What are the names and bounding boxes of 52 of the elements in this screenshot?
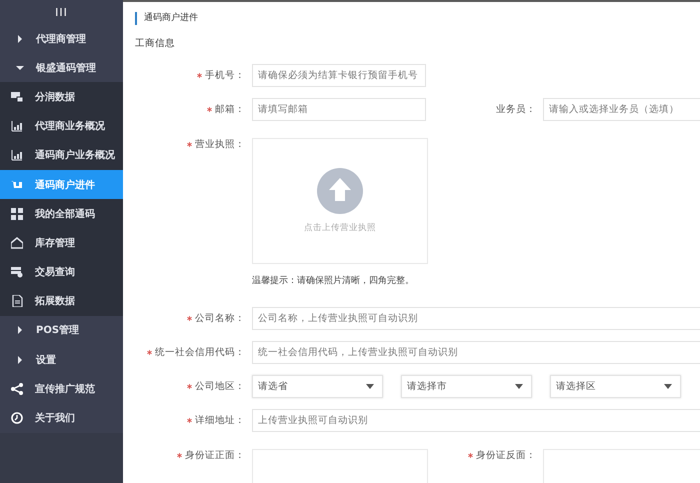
menu-link[interactable]: 关于我们: [0, 403, 123, 433]
select-field[interactable]: 请选择区: [550, 375, 681, 398]
field-label: 业务员：: [496, 103, 536, 117]
field-label: 详细地址：: [195, 414, 245, 428]
menu-item[interactable]: 库存管理: [0, 228, 123, 258]
bar-chart-icon: [11, 120, 23, 132]
hint-text: 温馨提示：请确保照片清晰，四角完整。: [252, 274, 415, 287]
menu-group[interactable]: 代理商管理: [0, 24, 123, 54]
input-field[interactable]: 请确保必须为结算卡银行预留手机号: [252, 64, 426, 87]
field-label: 统一社会信用代码：: [155, 346, 245, 360]
menu-link[interactable]: 宣传推广规范: [0, 374, 123, 404]
menu-item[interactable]: 代理商业务概况: [0, 112, 123, 141]
field-label: 邮箱：: [215, 103, 245, 117]
field-label: 营业执照：: [195, 138, 245, 152]
field-label: 公司地区：: [195, 380, 245, 394]
input-field[interactable]: 请填写邮箱: [252, 98, 426, 121]
section-heading: 工商信息: [135, 38, 175, 50]
menu-toggle[interactable]: III: [55, 6, 68, 18]
caret-icon: [515, 384, 523, 389]
field-label: 身份证反面：: [476, 449, 536, 463]
caret-icon: [16, 356, 24, 364]
menu-group[interactable]: POS管理: [0, 316, 123, 346]
share-icon: [11, 382, 23, 395]
house-icon: [11, 236, 23, 249]
input-field[interactable]: 请输入或选择业务员（选填）: [543, 98, 700, 121]
menu-item[interactable]: 我的全部通码: [0, 199, 123, 228]
document-icon: [11, 295, 23, 308]
caret-icon: [664, 384, 672, 389]
field-label: 手机号：: [205, 69, 245, 83]
caret-icon: [16, 326, 24, 334]
field-label: 公司名称：: [195, 312, 245, 326]
menu-group[interactable]: 银盛通码管理: [0, 53, 123, 82]
input-field[interactable]: 上传营业执照可自动识别: [252, 409, 700, 432]
caret-icon: [16, 34, 24, 43]
menu-item[interactable]: 交易查询: [0, 258, 123, 287]
upload-icon: [317, 168, 363, 214]
input-field[interactable]: 统一社会信用代码，上传营业执照可自动识别: [252, 341, 700, 364]
chart-icon: [11, 90, 23, 103]
page-title: 通码商户进件: [135, 12, 198, 25]
select-field[interactable]: 请选择市: [401, 375, 532, 398]
menu-item[interactable]: 拓展数据: [0, 286, 123, 316]
clock-icon: [11, 412, 23, 424]
caret-icon: [366, 384, 374, 389]
grid-icon: [11, 208, 23, 220]
menu-item[interactable]: 通码商户业务概况: [0, 140, 123, 170]
bar-chart-icon: [11, 149, 23, 162]
menu-item[interactable]: 分润数据: [0, 82, 123, 112]
field-label: 身份证正面：: [185, 449, 245, 463]
menu-group[interactable]: 设置: [0, 345, 123, 374]
select-field[interactable]: 请选省: [252, 375, 383, 398]
caret-icon: [16, 64, 24, 72]
input-field[interactable]: 公司名称，上传营业执照可自动识别: [252, 307, 700, 330]
